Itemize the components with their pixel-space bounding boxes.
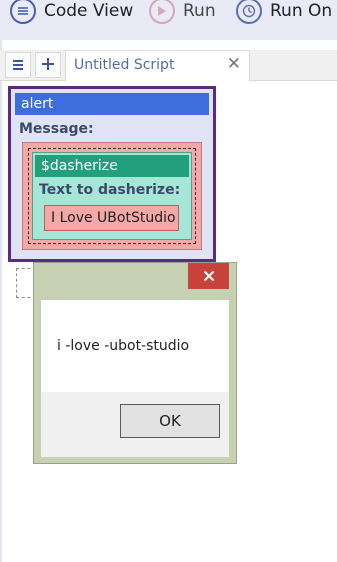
plus-icon: [41, 56, 55, 75]
run-label: Run: [183, 1, 216, 21]
run-on-label: Run On: [270, 1, 333, 21]
run-on-button[interactable]: Run On: [236, 0, 333, 24]
alert-message-label: Message:: [19, 121, 94, 137]
close-icon: [203, 270, 214, 282]
tab-title: Untitled Script: [74, 57, 175, 73]
alert-dialog: i -love -ubot-studio OK: [33, 262, 237, 464]
dasherize-function-block[interactable]: $dasherize Text to dasherize: I Love UBo…: [32, 152, 192, 240]
dialog-close-button[interactable]: [188, 263, 229, 289]
alert-command-block[interactable]: alert Message: $dasherize Text to dasher…: [8, 86, 216, 262]
message-parameter-slot[interactable]: $dasherize Text to dasherize: I Love UBo…: [22, 142, 202, 250]
code-view-label: Code View: [44, 1, 134, 21]
run-button[interactable]: Run: [149, 0, 216, 24]
dasherize-text-label: Text to dasherize:: [39, 182, 181, 198]
add-tab-button[interactable]: [35, 52, 61, 78]
dialog-footer: OK: [41, 392, 229, 457]
code-view-icon: [10, 0, 36, 24]
main-toolbar: Code View Run Run On: [0, 0, 337, 40]
canvas-left-edge: [0, 40, 2, 562]
tab-close-icon[interactable]: ✕: [227, 54, 241, 74]
script-tabs-bar: Untitled Script ✕: [0, 50, 337, 81]
dialog-body: i -love -ubot-studio: [41, 300, 229, 392]
ok-button[interactable]: OK: [120, 404, 220, 438]
menu-button[interactable]: [5, 52, 31, 78]
tab-untitled-script[interactable]: Untitled Script ✕: [65, 50, 250, 81]
hamburger-icon: [12, 56, 24, 75]
play-icon: [149, 0, 175, 24]
dasherize-block-header[interactable]: $dasherize: [35, 155, 189, 177]
alert-block-header[interactable]: alert: [15, 93, 209, 115]
code-view-button[interactable]: Code View: [10, 0, 134, 24]
clock-icon: [236, 0, 262, 24]
dasherize-text-input[interactable]: I Love UBotStudio: [44, 205, 179, 231]
dialog-message: i -love -ubot-studio: [57, 338, 190, 354]
